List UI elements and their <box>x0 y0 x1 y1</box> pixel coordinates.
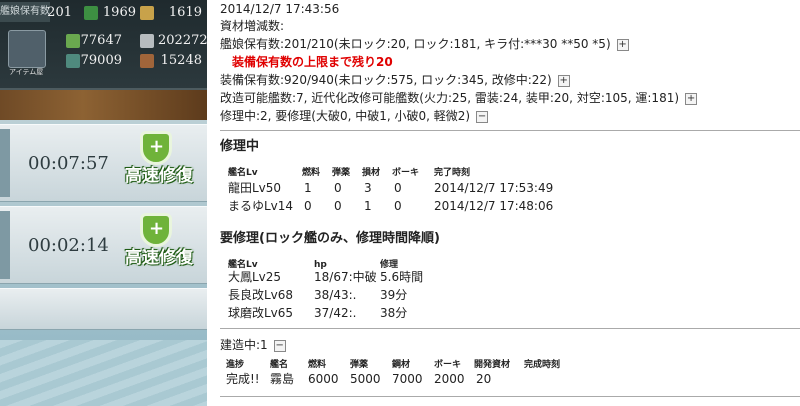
table-cell: 37/42:. <box>314 306 357 320</box>
instant-repair-label: 高速修復 <box>125 248 193 268</box>
needs-repair-title: 要修理(ロック艦のみ、修理時間降順) <box>220 231 440 246</box>
divider <box>220 396 800 397</box>
instant-repair-button[interactable]: + 高速修復 <box>118 131 200 195</box>
table-cell: 7000 <box>392 372 423 386</box>
bucket-icon <box>140 54 154 68</box>
table-cell: 0 <box>394 199 402 213</box>
dock-timer: 00:07:57 <box>28 153 109 174</box>
table-cell: 0 <box>304 199 312 213</box>
repair-tools-value: 1619 <box>168 5 202 20</box>
resource-change-label: 資材増減数: <box>220 19 285 33</box>
dock-frame <box>0 211 10 279</box>
instant-repair-button[interactable]: + 高速修復 <box>118 213 200 277</box>
table-cell: 20 <box>476 372 492 386</box>
bucket-value: 15248 <box>160 53 202 68</box>
bauxite-value: 79009 <box>80 53 122 68</box>
table-cell: 6000 <box>308 372 339 386</box>
table-cell: まるゆLv14 <box>228 199 294 213</box>
table-cell: 18/67:中破 <box>314 270 377 284</box>
expand-equipment-toggle[interactable]: + <box>557 75 570 87</box>
divider <box>220 130 800 131</box>
table-cell: 5000 <box>350 372 381 386</box>
divider <box>220 328 800 329</box>
upgrade-summary: 改造可能艦数:7, 近代化改修可能艦数(火力:25, 雷装:24, 装甲:20,… <box>220 89 698 107</box>
table-cell: 霧島 <box>270 372 295 386</box>
equipment-summary-text: 装備保有数:920/940(未ロック:575, ロック:345, 改修中:22) <box>220 73 552 87</box>
col-complete: 完成時刻 <box>524 360 561 370</box>
collapse-building-toggle[interactable]: − <box>273 340 286 352</box>
table-cell: 2000 <box>434 372 465 386</box>
table-cell: 2014/12/7 17:48:06 <box>434 199 554 213</box>
table-cell: 38分 <box>380 306 408 320</box>
game-panel: 艦娘保有数 201 1969 1619 アイテム屋 77647 202272 7… <box>0 0 207 406</box>
dock-timer: 00:02:14 <box>28 235 109 256</box>
table-cell: 1 <box>364 199 372 213</box>
building-title: 建造中:1 <box>220 338 268 352</box>
ammo-value: 77647 <box>80 33 122 48</box>
building-summary: 建造中:1− <box>220 336 286 354</box>
upgrade-summary-text: 改造可能艦数:7, 近代化改修可能艦数(火力:25, 雷装:24, 装甲:20,… <box>220 91 680 105</box>
repair-shield-icon: + <box>140 213 172 247</box>
timestamp: 2014/12/7 17:43:56 <box>220 2 340 16</box>
table-cell: 長良改Lv68 <box>228 288 294 302</box>
table-cell: 完成!! <box>226 372 260 386</box>
repair-dock-2: 00:02:14 + 高速修復 <box>0 206 207 284</box>
table-cell: 龍田Lv50 <box>228 181 282 195</box>
repair-summary-text: 修理中:2, 要修理(大破0, 中破1, 小破0, 軽微2) <box>220 109 471 123</box>
repair-dock-1: 00:07:57 + 高速修復 <box>0 124 207 202</box>
decor-strip <box>0 90 207 120</box>
table-cell: 2014/12/7 17:53:49 <box>434 181 554 195</box>
ship-count: 201 <box>47 5 72 20</box>
repair-tools-icon <box>140 6 154 20</box>
steel-icon <box>140 34 154 48</box>
fuel-value: 1969 <box>102 5 136 20</box>
repair-dock-3 <box>0 288 207 330</box>
table-cell: 0 <box>394 181 402 195</box>
table-cell: 3 <box>364 181 372 195</box>
table-cell: 0 <box>334 181 342 195</box>
equipment-limit-warning: 装備保有数の上限まで残り20 <box>232 55 393 69</box>
info-panel: 2014/12/7 17:43:56 資材増減数: 艦娘保有数:201/210(… <box>220 0 800 406</box>
table-cell: 1 <box>304 181 312 195</box>
expand-upgrade-toggle[interactable]: + <box>685 93 698 105</box>
table-cell: 39分 <box>380 288 408 302</box>
repair-summary: 修理中:2, 要修理(大破0, 中破1, 小破0, 軽微2) − <box>220 107 489 125</box>
table-cell: 0 <box>334 199 342 213</box>
repair-shield-icon: + <box>140 131 172 165</box>
table-cell: 球磨改Lv65 <box>228 306 294 320</box>
table-cell: 5.6時間 <box>380 270 424 284</box>
resource-bar: 艦娘保有数 201 1969 1619 アイテム屋 77647 202272 7… <box>0 0 207 90</box>
instant-repair-label: 高速修復 <box>125 166 193 186</box>
dock-frame <box>0 129 10 197</box>
equipment-summary: 装備保有数:920/940(未ロック:575, ロック:345, 改修中:22)… <box>220 71 570 89</box>
table-cell: 大鳳Lv25 <box>228 270 282 284</box>
ships-summary: 艦娘保有数:201/210(未ロック:20, ロック:181, キラ付:***3… <box>220 35 629 53</box>
steel-value: 202272 <box>158 33 207 48</box>
table-cell: 38/43:. <box>314 288 357 302</box>
repairing-title: 修理中 <box>220 139 260 154</box>
expand-ships-toggle[interactable]: + <box>616 39 629 51</box>
collapse-repair-toggle[interactable]: − <box>476 111 489 123</box>
ships-summary-text: 艦娘保有数:201/210(未ロック:20, ロック:181, キラ付:***3… <box>220 37 611 51</box>
sea-background <box>0 340 207 406</box>
